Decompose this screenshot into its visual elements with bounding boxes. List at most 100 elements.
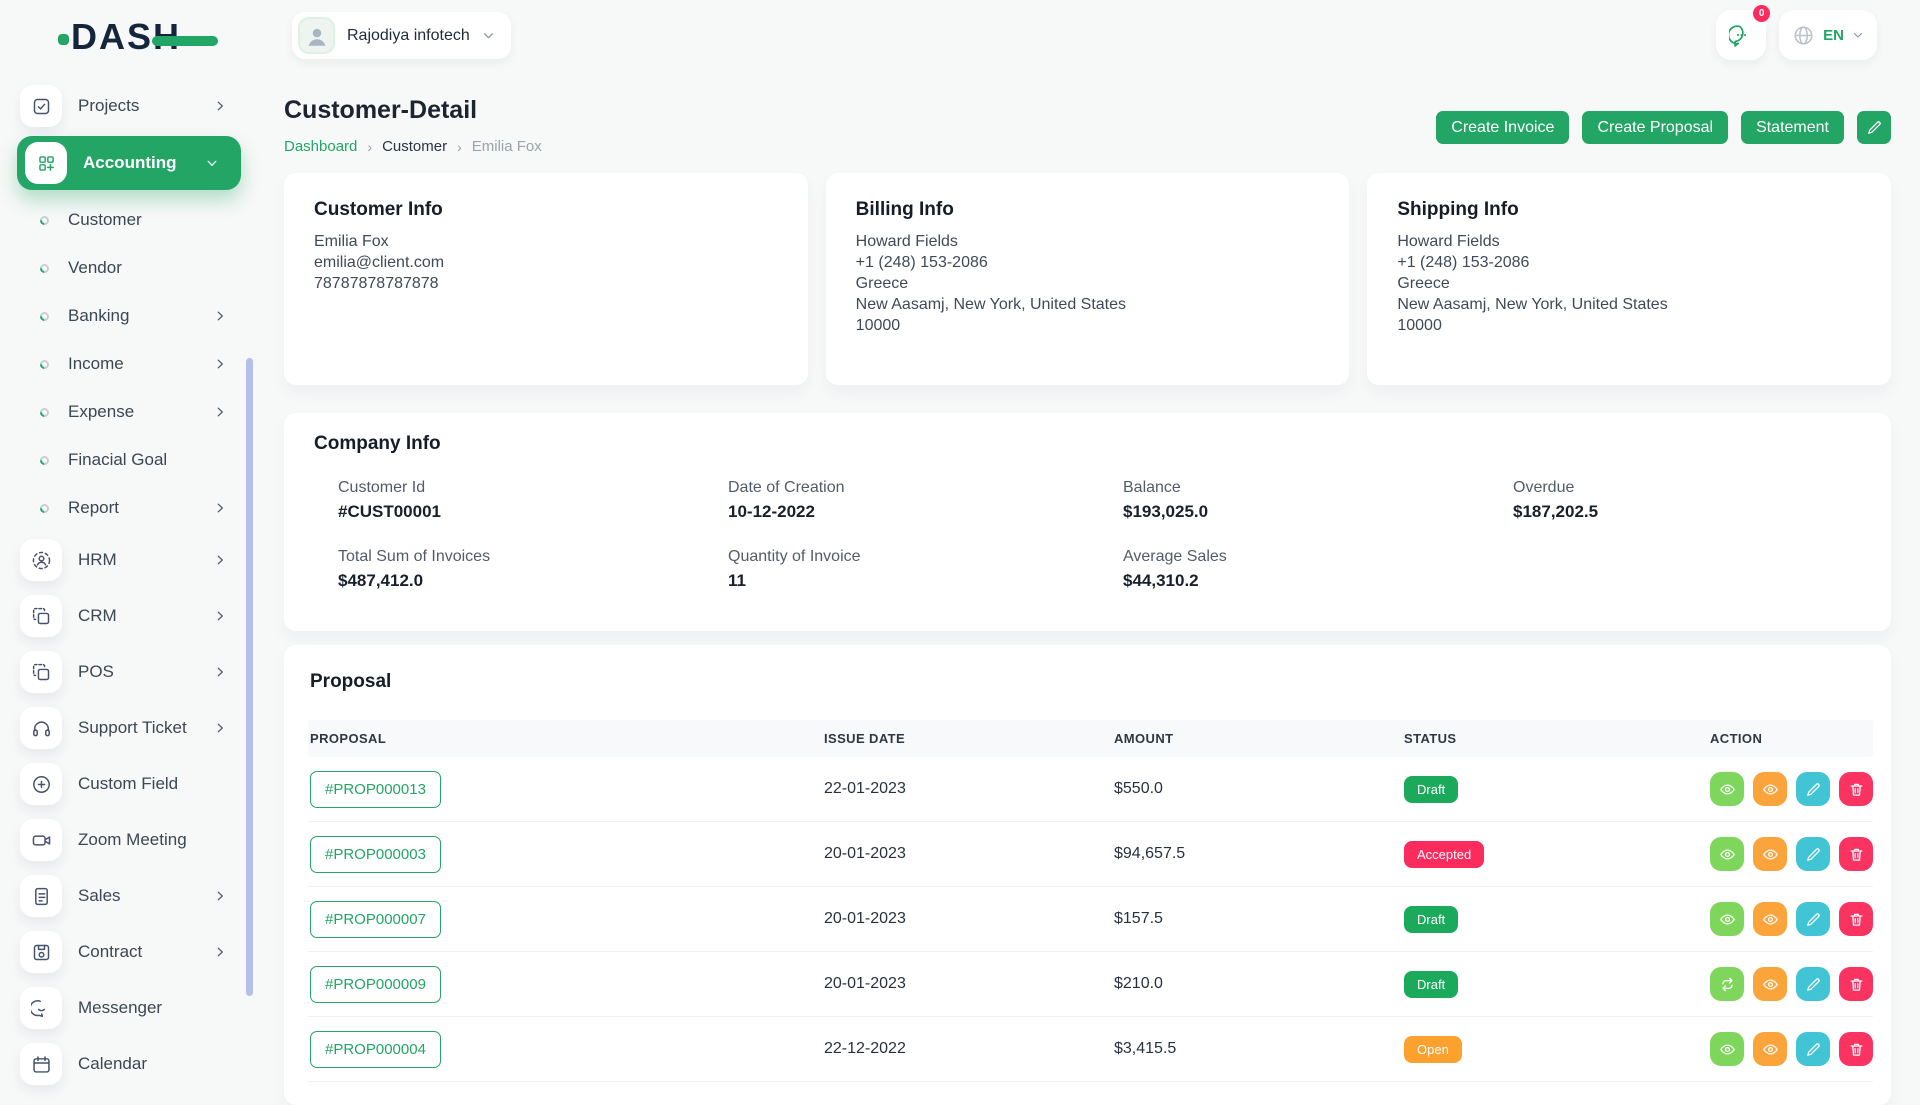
info-line: 10000 (856, 315, 1320, 336)
sidebar-item-income[interactable]: Income (0, 340, 255, 388)
checklist-icon (20, 85, 62, 127)
eye-icon (1762, 781, 1779, 798)
sidebar-item-projects[interactable]: Projects (0, 80, 255, 132)
sidebar-item-customer[interactable]: Customer (0, 196, 255, 244)
logo-dash-icon (152, 36, 218, 46)
create-proposal-button[interactable]: Create Proposal (1582, 111, 1728, 144)
sidebar-item-zoom-meeting[interactable]: Zoom Meeting (0, 812, 255, 868)
customer-info-lines: Emilia Foxemilia@client.com7878787878787… (314, 231, 778, 294)
table-row: #PROP00001322-01-2023$550.0Draft (308, 757, 1873, 822)
preview-button[interactable] (1753, 902, 1787, 936)
view-button[interactable] (1710, 837, 1744, 871)
sidebar-item-vendor[interactable]: Vendor (0, 244, 255, 292)
messenger-icon (31, 998, 52, 1019)
field-label: Total Sum of Invoices (338, 548, 728, 566)
sidebar-item-banking[interactable]: Banking (0, 292, 255, 340)
sidebar-scrollbar[interactable] (246, 358, 253, 996)
trash-icon (1848, 1041, 1865, 1058)
sidebar-item-report[interactable]: Report (0, 484, 255, 532)
preview-button[interactable] (1753, 967, 1787, 1001)
status-badge: Draft (1404, 906, 1458, 933)
sidebar-item-expense[interactable]: Expense (0, 388, 255, 436)
trash-icon (1848, 781, 1865, 798)
edit-button[interactable] (1796, 837, 1830, 871)
delete-button[interactable] (1839, 1032, 1873, 1066)
customer-info-card: Customer Info Emilia Foxemilia@client.co… (284, 173, 808, 385)
edit-button[interactable] (1796, 772, 1830, 806)
sidebar-item-label: CRM (78, 606, 117, 626)
edit-button[interactable] (1796, 967, 1830, 1001)
edit-customer-button[interactable] (1857, 111, 1891, 144)
amount-cell: $3,415.5 (1114, 1040, 1404, 1058)
pos-icon (31, 662, 52, 683)
delete-button[interactable] (1839, 967, 1873, 1001)
bullet-icon (38, 214, 51, 227)
chevron-right-icon (213, 357, 227, 371)
info-cards: Customer Info Emilia Foxemilia@client.co… (284, 173, 1891, 385)
sidebar-item-label: Banking (68, 306, 129, 326)
breadcrumb-separator: › (367, 139, 372, 155)
page-actions: Create Invoice Create Proposal Statement (1436, 111, 1891, 144)
preview-button[interactable] (1753, 1032, 1787, 1066)
sales-icon (31, 886, 52, 907)
eye-icon (1762, 846, 1779, 863)
chevron-right-icon (213, 99, 227, 113)
sidebar-item-accounting[interactable]: Accounting (17, 136, 241, 190)
accounting-icon (25, 142, 67, 184)
chevron-right-icon (213, 889, 227, 903)
sidebar-item-pos[interactable]: POS (0, 644, 255, 700)
delete-button[interactable] (1839, 772, 1873, 806)
proposal-link[interactable]: #PROP000004 (310, 1031, 441, 1068)
field-label: Overdue (1513, 479, 1861, 497)
proposal-link[interactable]: #PROP000013 (310, 771, 441, 808)
chevron-right-icon (213, 665, 227, 679)
preview-button[interactable] (1753, 837, 1787, 871)
proposal-link[interactable]: #PROP000007 (310, 901, 441, 938)
company-info-field: Average Sales$44,310.2 (1123, 548, 1513, 591)
breadcrumb-item-customer[interactable]: Customer (382, 138, 447, 155)
column-header-proposal: PROPOSAL (310, 731, 824, 746)
hrm-icon (31, 550, 52, 571)
convert-button[interactable] (1710, 967, 1744, 1001)
edit-button[interactable] (1796, 902, 1830, 936)
sidebar-item-crm[interactable]: CRM (0, 588, 255, 644)
sidebar-item-hrm[interactable]: HRM (0, 532, 255, 588)
view-button[interactable] (1710, 1032, 1744, 1066)
messenger-icon (20, 987, 62, 1029)
sidebar-item-label: Messenger (78, 998, 162, 1018)
page-title: Customer-Detail (284, 96, 477, 125)
sidebar-item-contract[interactable]: Contract (0, 924, 255, 980)
pos-icon (20, 651, 62, 693)
statement-button[interactable]: Statement (1741, 111, 1844, 144)
sidebar-item-finacial-goal[interactable]: Finacial Goal (0, 436, 255, 484)
crm-icon (20, 595, 62, 637)
card-title: Shipping Info (1397, 199, 1861, 221)
eye-icon (1762, 976, 1779, 993)
proposal-link[interactable]: #PROP000009 (310, 966, 441, 1003)
view-button[interactable] (1710, 772, 1744, 806)
create-invoice-button[interactable]: Create Invoice (1436, 111, 1569, 144)
sidebar-item-custom-field[interactable]: Custom Field (0, 756, 255, 812)
proposal-link[interactable]: #PROP000003 (310, 836, 441, 873)
app-logo[interactable]: DASH (58, 16, 228, 62)
proposal-table: PROPOSALISSUE DATEAMOUNTSTATUSACTION#PRO… (308, 720, 1873, 1082)
delete-button[interactable] (1839, 837, 1873, 871)
chevron-right-icon (213, 405, 227, 419)
field-value: 10-12-2022 (728, 502, 1123, 522)
eye-icon (1719, 1041, 1736, 1058)
sidebar-item-messenger[interactable]: Messenger (0, 980, 255, 1036)
issue-date-cell: 20-01-2023 (824, 845, 1114, 863)
preview-button[interactable] (1753, 772, 1787, 806)
edit-button[interactable] (1796, 1032, 1830, 1066)
sidebar-item-calendar[interactable]: Calendar (0, 1036, 255, 1092)
billing-info-card: Billing Info Howard Fields+1 (248) 153-2… (826, 173, 1350, 385)
breadcrumb-item-dashboard[interactable]: Dashboard (284, 138, 357, 155)
sidebar-item-support-ticket[interactable]: Support Ticket (0, 700, 255, 756)
sidebar-item-label: HRM (78, 550, 117, 570)
view-button[interactable] (1710, 902, 1744, 936)
sidebar-item-label: Finacial Goal (68, 450, 167, 470)
sidebar-item-sales[interactable]: Sales (0, 868, 255, 924)
convert-icon (1719, 976, 1736, 993)
field-value: $487,412.0 (338, 571, 728, 591)
delete-button[interactable] (1839, 902, 1873, 936)
